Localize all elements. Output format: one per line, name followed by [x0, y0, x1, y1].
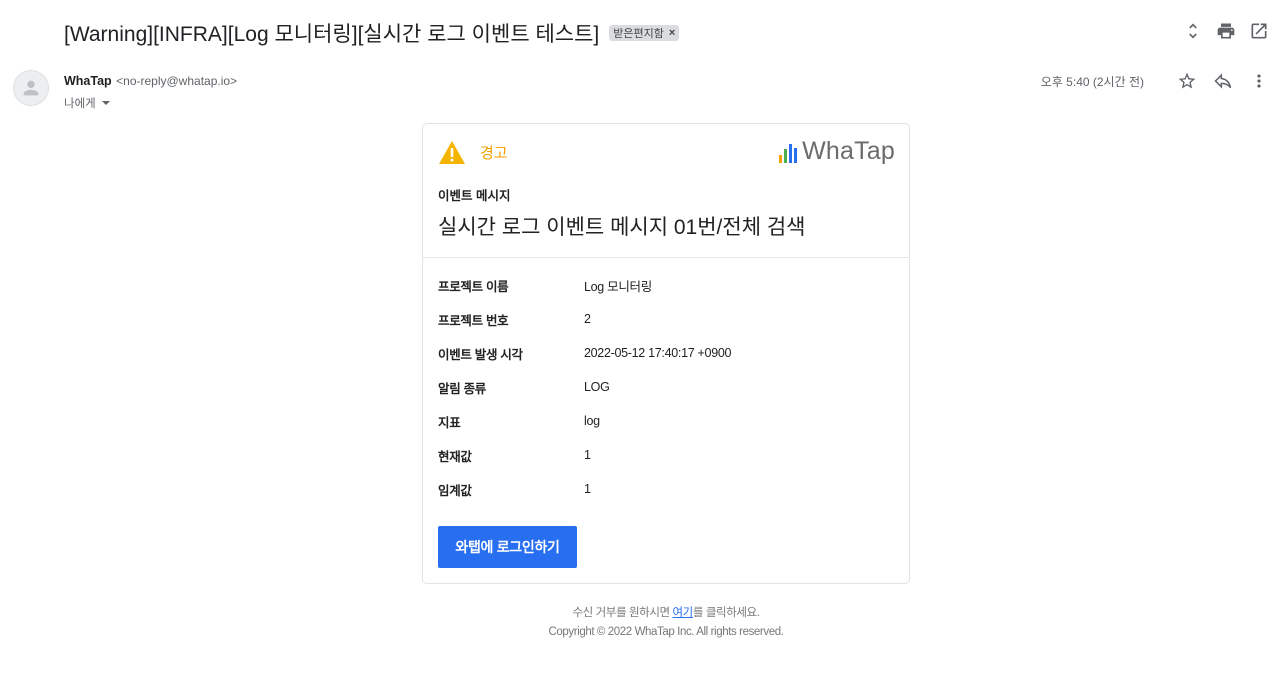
logo-bars-icon — [779, 141, 798, 163]
detail-key: 프로젝트 번호 — [438, 313, 509, 328]
email-subject: [Warning][INFRA][Log 모니터링][실시간 로그 이벤트 테스… — [64, 23, 600, 46]
detail-key: 임계값 — [438, 483, 472, 498]
message-time: 오후 5:40 (2시간 전) — [1040, 74, 1144, 89]
more-vert-icon — [1257, 74, 1261, 88]
more-options-button[interactable] — [1248, 70, 1270, 92]
subject-bar: [Warning][INFRA][Log 모니터링][실시간 로그 이벤트 테스… — [64, 18, 680, 48]
unsubscribe-notice: 수신 거부를 원하시면 여기를 클릭하세요. — [422, 604, 910, 620]
detail-key: 이벤트 발생 시각 — [438, 347, 523, 362]
event-details: 프로젝트 이름 Log 모니터링 프로젝트 번호 2 이벤트 발생 시각 202… — [438, 268, 731, 506]
sender-email: <no-reply@whatap.io> — [116, 74, 238, 88]
sender-name[interactable]: WhaTap — [64, 74, 112, 88]
detail-value: 1 — [584, 448, 591, 462]
detail-row: 임계값 1 — [438, 472, 731, 506]
detail-key: 현재값 — [438, 449, 472, 464]
recipient-details[interactable]: 나에게 — [64, 95, 237, 111]
print-button[interactable] — [1215, 20, 1237, 42]
detail-row: 프로젝트 이름 Log 모니터링 — [438, 268, 731, 302]
print-icon — [1217, 23, 1235, 39]
unsubscribe-link[interactable]: 여기 — [672, 607, 693, 619]
expand-all-button[interactable] — [1182, 20, 1204, 42]
logo-text: WhaTap — [802, 137, 895, 165]
open-new-window-button[interactable] — [1248, 20, 1270, 42]
avatar[interactable] — [13, 70, 49, 106]
warning-icon — [439, 141, 465, 164]
sender-info: WhaTap <no-reply@whatap.io> 나에게 — [64, 72, 237, 111]
event-message-title: 실시간 로그 이벤트 메시지 01번/전체 검색 — [438, 216, 806, 239]
event-message-label: 이벤트 메시지 — [438, 189, 511, 203]
detail-row: 프로젝트 번호 2 — [438, 302, 731, 336]
detail-row: 이벤트 발생 시각 2022-05-12 17:40:17 +0900 — [438, 336, 731, 370]
copyright-text: Copyright © 2022 WhaTap Inc. All rights … — [548, 626, 784, 638]
open-in-new-icon — [1251, 23, 1267, 39]
detail-value: log — [584, 414, 600, 428]
warning-heading: 경고 — [438, 140, 508, 165]
inbox-label-chip[interactable]: 받은편지함 × — [609, 25, 680, 41]
detail-value: Log 모니터링 — [584, 279, 652, 294]
star-icon — [1178, 72, 1196, 89]
whatap-login-button[interactable]: 와탭에 로그인하기 — [438, 526, 577, 568]
reply-button[interactable] — [1212, 70, 1234, 92]
detail-value: 2022-05-12 17:40:17 +0900 — [584, 346, 732, 360]
detail-row: 현재값 1 — [438, 438, 731, 472]
remove-label-button[interactable]: × — [669, 27, 675, 39]
detail-row: 지표 log — [438, 404, 731, 438]
message-meta: 오후 5:40 (2시간 전) — [1041, 70, 1270, 92]
reply-icon — [1214, 73, 1232, 89]
thread-actions — [1182, 20, 1270, 42]
detail-key: 프로젝트 이름 — [438, 279, 509, 294]
detail-key: 지표 — [438, 415, 461, 430]
label-chip-text: 받은편지함 — [613, 28, 664, 40]
detail-value: 2 — [584, 312, 591, 326]
star-button[interactable] — [1176, 70, 1198, 92]
person-icon — [23, 80, 39, 96]
chevron-down-icon[interactable] — [101, 101, 110, 105]
whatap-logo: WhaTap — [779, 137, 895, 166]
warning-text: 경고 — [480, 145, 508, 162]
alert-card-header: 경고 WhaTap 이벤트 메시지 실시간 로그 이벤트 메시지 01번/전체 … — [423, 124, 909, 258]
detail-value: LOG — [584, 380, 610, 394]
recipient-label: 나에게 — [64, 98, 96, 110]
unsubscribe-suffix: 를 클릭하세요. — [692, 607, 760, 619]
sender-row: WhaTap <no-reply@whatap.io> 나에게 오후 5:40 … — [13, 70, 1270, 110]
alert-card: 경고 WhaTap 이벤트 메시지 실시간 로그 이벤트 메시지 01번/전체 … — [422, 123, 910, 584]
detail-row: 알림 종류 LOG — [438, 370, 731, 404]
unfold-icon — [1189, 23, 1197, 39]
unsubscribe-prefix: 수신 거부를 원하시면 — [572, 607, 673, 619]
detail-key: 알림 종류 — [438, 381, 486, 396]
detail-value: 1 — [584, 482, 591, 496]
